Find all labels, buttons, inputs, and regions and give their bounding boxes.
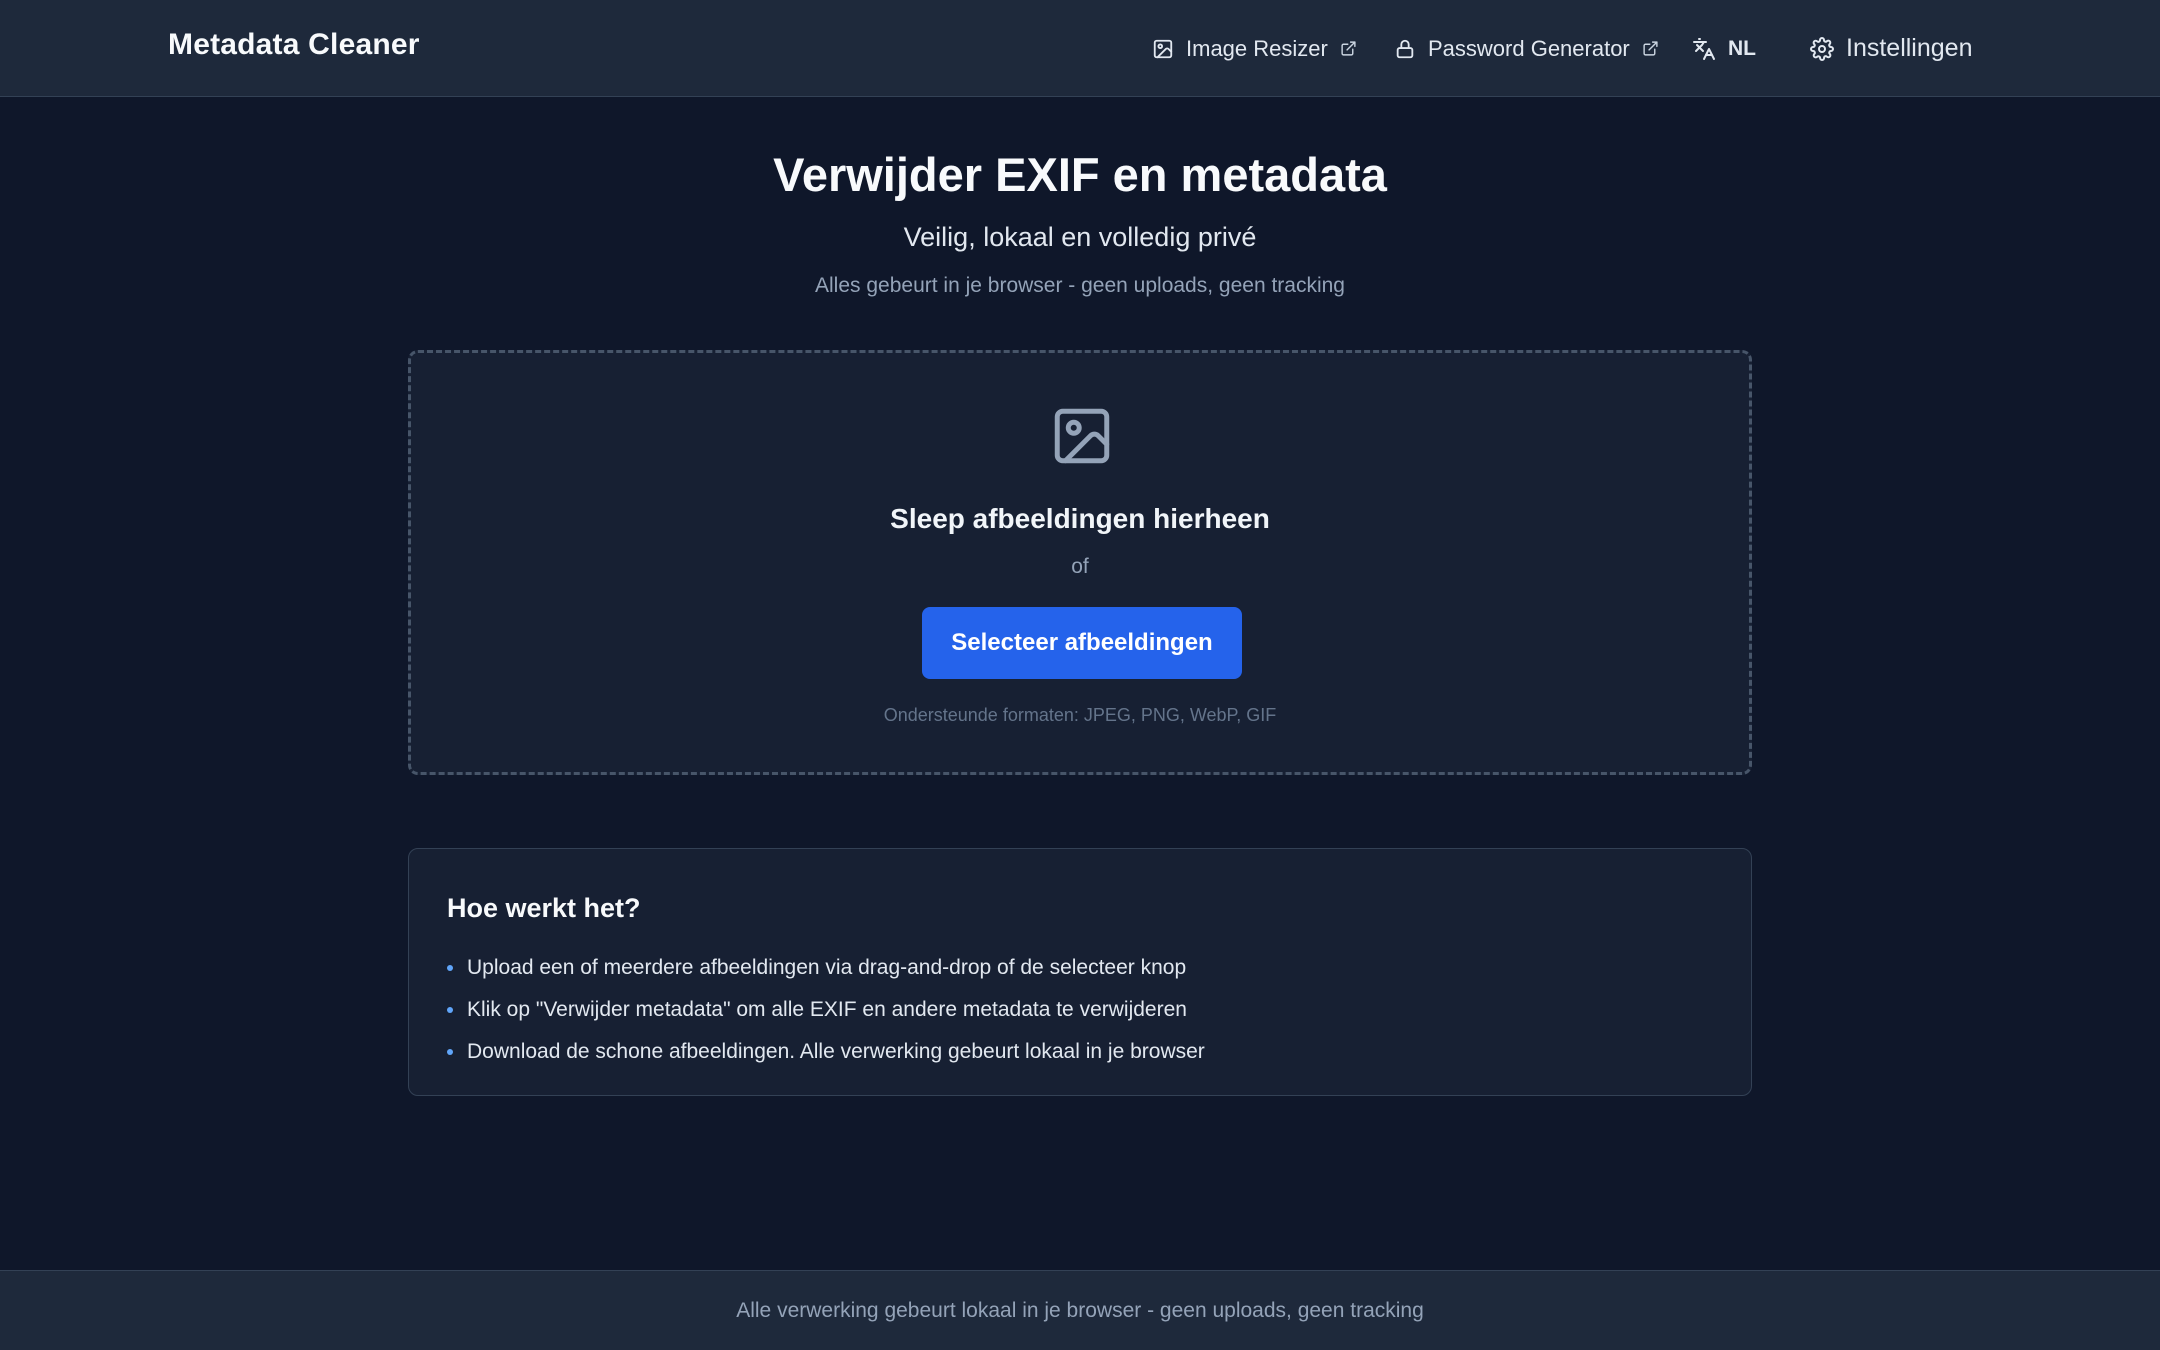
image-icon	[1049, 403, 1115, 474]
app-title[interactable]: Metadata Cleaner	[168, 28, 420, 62]
bullet-icon	[447, 1007, 453, 1013]
image-resizer-label: Image Resizer	[1186, 35, 1328, 61]
how-it-works-title: Hoe werkt het?	[447, 893, 641, 923]
how-it-works-card: Hoe werkt het? Upload een of meerdere af…	[408, 848, 1752, 1096]
external-link-icon	[1642, 40, 1659, 57]
language-switcher[interactable]: NL	[1692, 0, 1756, 97]
list-item: Download de schone afbeeldingen. Alle ve…	[447, 1031, 1205, 1073]
settings-label: Instellingen	[1846, 34, 1973, 62]
upload-dropzone[interactable]: Sleep afbeeldingen hierheen of Selecteer…	[408, 350, 1752, 775]
external-link-icon	[1340, 40, 1357, 57]
lock-icon	[1394, 38, 1416, 60]
supported-formats: Ondersteunde formaten: JPEG, PNG, WebP, …	[883, 705, 1277, 725]
how-it-works-list: Upload een of meerdere afbeeldingen via …	[447, 947, 1205, 1073]
settings-link[interactable]: Instellingen	[1810, 0, 1972, 97]
list-item-text: Klik op "Verwijder metadata" om alle EXI…	[467, 998, 1187, 1021]
gear-icon	[1810, 36, 1834, 61]
password-generator-link[interactable]: Password Generator	[1394, 0, 1659, 97]
language-code: NL	[1728, 36, 1756, 60]
list-item: Klik op "Verwijder metadata" om alle EXI…	[447, 989, 1205, 1031]
bullet-icon	[447, 1049, 453, 1055]
footer-text: Alle verwerking gebeurt lokaal in je bro…	[736, 1298, 1424, 1322]
page-subtitle: Veilig, lokaal en volledig privé	[903, 222, 1257, 252]
list-item-text: Upload een of meerdere afbeeldingen via …	[467, 956, 1187, 979]
page: Metadata Cleaner Image Resizer Password …	[0, 0, 2160, 1350]
dropzone-or: of	[1071, 555, 1089, 578]
page-title: Verwijder EXIF en metadata	[773, 148, 1387, 201]
dropzone-title: Sleep afbeeldingen hierheen	[890, 503, 1270, 534]
image-icon	[1152, 38, 1174, 60]
page-footer: Alle verwerking gebeurt lokaal in je bro…	[0, 1270, 2160, 1350]
password-generator-label: Password Generator	[1428, 35, 1630, 61]
image-resizer-link[interactable]: Image Resizer	[1152, 0, 1357, 97]
list-item: Upload een of meerdere afbeeldingen via …	[447, 947, 1205, 989]
top-header: Metadata Cleaner Image Resizer Password …	[0, 0, 2160, 97]
privacy-note: Alles gebeurt in je browser - geen uploa…	[815, 274, 1345, 297]
list-item-text: Download de schone afbeeldingen. Alle ve…	[467, 1040, 1205, 1063]
translate-icon	[1692, 37, 1716, 61]
select-images-button[interactable]: Selecteer afbeeldingen	[922, 607, 1242, 679]
bullet-icon	[447, 965, 453, 971]
